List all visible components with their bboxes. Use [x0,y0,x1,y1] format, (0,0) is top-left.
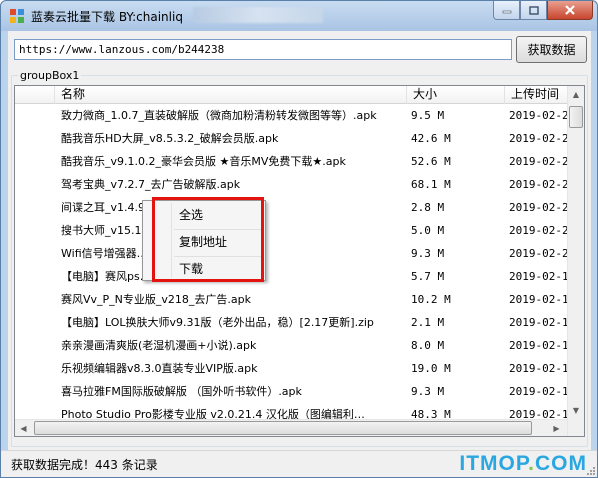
vertical-scroll-thumb[interactable] [569,106,583,128]
table-row[interactable]: 酷我音乐_v9.1.0.2_豪华会员版 ★音乐MV免费下载★.apk 52.6 M… [15,151,575,174]
table-row[interactable]: 赛风Vv_P_N专业版_v218_去广告.apk 10.2 M 2019-02-18 [15,289,575,312]
table-row[interactable]: 【电脑】LOL换肤大师v9.31版（老外出品，稳）[2.17更新].zip 2.1… [15,312,575,335]
groupbox-label: groupBox1 [18,69,82,82]
title-bar[interactable]: 蓝奏云批量下载 BY:chainliq [1,1,597,31]
upload-date-cell: 2019-02-16 [509,362,575,375]
file-name-cell: 喜马拉雅FM国际版破解版 （国外听书软件）.apk [61,385,302,398]
file-size-cell: 10.2 M [411,293,451,306]
file-name-cell: 赛风Vv_P_N专业版_v218_去广告.apk [61,293,251,306]
file-size-cell: 19.0 M [411,362,451,375]
upload-date-cell: 2019-02-24 [509,155,575,168]
upload-date-cell: 2019-02-18 [509,316,575,329]
table-row[interactable]: 致力微商_1.0.7_直装破解版（微商加粉清粉转发微图等等）.apk 9.5 M 2… [15,105,575,128]
close-button[interactable] [547,1,593,20]
column-header-blank[interactable] [15,86,55,104]
table-row[interactable]: 亲亲漫画清爽版(老湿机漫画+小说).apk 8.0 M 2019-02-17 [15,335,575,358]
url-input[interactable] [14,39,512,60]
table-row[interactable]: 【电脑】赛风ps… 5.7 M 2019-02-18 [15,266,575,289]
upload-date-cell: 2019-02-18 [509,270,575,283]
list-header: 名称 大小 上传时间 [15,86,575,104]
file-name-cell: 驾考宝典_v7.2.7_去广告破解版.apk [61,178,241,191]
minimize-icon [502,10,511,14]
scroll-down-arrow-icon[interactable]: ▼ [568,402,584,419]
upload-date-cell: 2019-02-22 [509,224,575,237]
upload-date-cell: 2019-02-16 [509,385,575,398]
file-size-cell: 9.3 M [411,385,445,398]
upload-date-cell: 2019-02-22 [509,247,575,260]
horizontal-scroll-thumb[interactable] [34,421,532,435]
table-row[interactable]: 乐视频编辑器v8.3.0直装专业VIP版.apk 19.0 M 2019-02-16 [15,358,575,381]
fetch-data-button[interactable]: 获取数据 [516,36,587,63]
file-name-cell: 酷我音乐HD大屏_v8.5.3.2_破解会员版.apk [61,132,279,145]
table-row[interactable]: 驾考宝典_v7.2.7_去广告破解版.apk 68.1 M 2019-02-23 [15,174,575,197]
list-body: 致力微商_1.0.7_直装破解版（微商加粉清粉转发微图等等）.apk 9.5 M 2… [15,105,575,427]
table-row[interactable]: 间谍之耳_v1.4.9…解锁版.apk 2.8 M 2019-02-23 [15,197,575,220]
file-size-cell: 9.3 M [411,247,445,260]
vertical-scrollbar[interactable]: ▲ ▼ [567,86,584,436]
status-text: 获取数据完成！443 条记录 [11,458,158,472]
file-name-cell: 致力微商_1.0.7_直装破解版（微商加粉清粉转发微图等等）.apk [61,109,377,122]
maximize-icon [528,5,539,15]
maximize-button[interactable] [520,1,547,20]
file-size-cell: 52.6 M [411,155,451,168]
minimize-button[interactable] [493,1,520,20]
upload-date-cell: 2019-02-23 [509,178,575,191]
table-row[interactable]: 酷我音乐HD大屏_v8.5.3.2_破解会员版.apk 42.6 M 2019-02… [15,128,575,151]
file-size-cell: 9.5 M [411,109,445,122]
file-size-cell: 2.1 M [411,316,445,329]
scroll-left-arrow-icon[interactable]: ◀ [15,420,32,436]
file-size-cell: 42.6 M [411,132,451,145]
column-header-date[interactable]: 上传时间 [505,86,575,104]
watermark-logo: ITMOP.COM [459,452,587,475]
close-icon [565,5,575,15]
upload-date-cell: 2019-02-17 [509,339,575,352]
highlight-annotation [152,197,264,282]
file-name-cell: 乐视频编辑器v8.3.0直装专业VIP版.apk [61,362,258,375]
title-blurred-region [193,7,323,23]
app-window: 蓝奏云批量下载 BY:chainliq 获取数据 groupBox1 名称 大小 [0,0,598,478]
file-size-cell: 5.7 M [411,270,445,283]
upload-date-cell: 2019-02-26 [509,109,575,122]
column-header-size[interactable]: 大小 [407,86,505,104]
column-header-name[interactable]: 名称 [55,86,407,104]
file-name-cell: 【电脑】LOL换肤大师v9.31版（老外出品，稳）[2.17更新].zip [61,316,374,329]
groupbox: groupBox1 名称 大小 上传时间 致力微商_1.0.7_直装破解版（微商… [11,69,588,447]
table-row[interactable]: Wifi信号增强器… 9.3 M 2019-02-22 [15,243,575,266]
table-row[interactable]: 搜书大师_v15.1…搜书，一网打尽）.apk5.0 M2019-02-22 [15,220,575,243]
file-size-cell: 8.0 M [411,339,445,352]
upload-date-cell: 2019-02-24 [509,132,575,145]
file-list[interactable]: 名称 大小 上传时间 致力微商_1.0.7_直装破解版（微商加粉清粉转发微图等等… [14,85,585,437]
status-bar: 获取数据完成！443 条记录 ITMOP.COM [1,450,597,477]
file-size-cell: 68.1 M [411,178,451,191]
window-title: 蓝奏云批量下载 BY:chainliq [31,10,183,24]
resize-grip-icon[interactable] [585,465,596,476]
file-name-cell: 亲亲漫画清爽版(老湿机漫画+小说).apk [61,339,257,352]
app-icon [10,9,24,23]
horizontal-scrollbar[interactable]: ◀ ▶ [15,419,567,436]
upload-date-cell: 2019-02-23 [509,201,575,214]
file-size-cell: 2.8 M [411,201,445,214]
window-controls [493,1,593,21]
table-row[interactable]: 喜马拉雅FM国际版破解版 （国外听书软件）.apk 9.3 M 2019-02-16 [15,381,575,404]
scroll-up-arrow-icon[interactable]: ▲ [568,86,584,103]
upload-date-cell: 2019-02-18 [509,293,575,306]
client-area: 获取数据 groupBox1 名称 大小 上传时间 致力微商_1.0.7_直装破… [8,31,591,473]
file-size-cell: 5.0 M [411,224,445,237]
file-name-cell: 酷我音乐_v9.1.0.2_豪华会员版 ★音乐MV免费下载★.apk [61,155,346,168]
scroll-right-arrow-icon[interactable]: ▶ [548,420,565,436]
